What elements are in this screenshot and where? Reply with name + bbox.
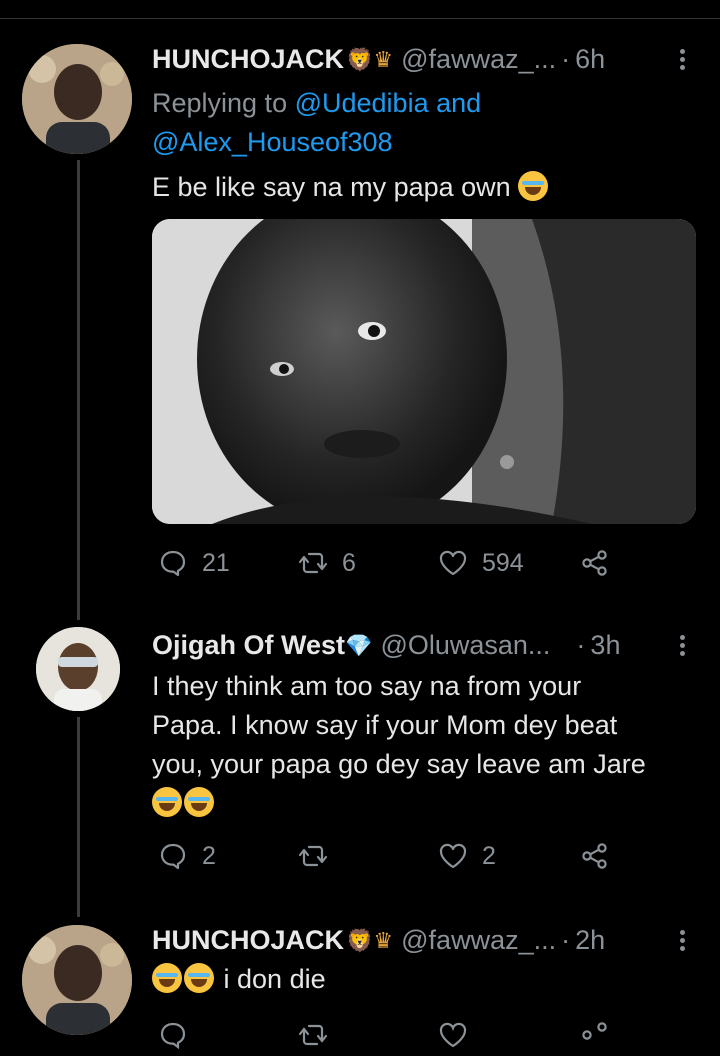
retweet-icon <box>298 1024 328 1046</box>
tweet-text: i don die <box>152 960 672 999</box>
reply-button[interactable]: 21 <box>158 548 230 578</box>
heart-icon <box>439 550 467 576</box>
share-icon <box>582 843 607 869</box>
tears-of-joy-emoji-icon <box>152 963 182 993</box>
retweet-button[interactable] <box>298 841 342 871</box>
retweet-count: 6 <box>342 548 356 577</box>
heart-icon <box>439 1022 467 1048</box>
user-handle[interactable]: @fawwaz_... <box>401 44 556 75</box>
more-options-icon[interactable] <box>672 632 692 662</box>
reply-and: and <box>428 88 482 118</box>
heart-icon <box>439 843 467 869</box>
retweet-button[interactable]: 6 <box>298 548 356 578</box>
reply-icon <box>160 843 186 870</box>
tweet-body: i don die <box>223 964 326 994</box>
share-button[interactable] <box>580 548 610 578</box>
reply-button[interactable]: 2 <box>158 841 216 871</box>
reply-count: 2 <box>202 841 216 870</box>
tweet-line: Papa. I know say if your Mom dey beat <box>152 710 618 740</box>
retweet-icon <box>298 552 328 574</box>
tweet[interactable]: HUNCHOJACK 🦁♛ @fawwaz_... · 6h Replying … <box>0 0 720 610</box>
tears-of-joy-emoji-icon <box>184 963 214 993</box>
tweet-text: I they think am too say na from your Pap… <box>152 667 672 823</box>
tears-of-joy-emoji-icon <box>152 787 182 817</box>
like-count: 594 <box>482 548 524 577</box>
replying-to-label: Replying to <box>152 88 295 118</box>
avatar[interactable] <box>22 44 132 154</box>
timestamp[interactable]: 2h <box>575 925 605 956</box>
retweet-button[interactable] <box>298 1020 328 1050</box>
reply-button[interactable] <box>158 1020 188 1050</box>
reply-context: Replying to @Udedibia and @Alex_Houseof3… <box>152 84 672 162</box>
tweet-line: I they think am too say na from your <box>152 671 582 701</box>
share-icon <box>582 550 607 576</box>
share-button[interactable] <box>580 841 610 871</box>
separator-dot: · <box>576 630 586 660</box>
separator-dot: · <box>561 44 571 74</box>
tweet-body: E be like say na my papa own <box>152 172 511 202</box>
tears-of-joy-emoji-icon <box>518 171 549 201</box>
separator-dot: · <box>561 925 571 955</box>
user-handle[interactable]: @Oluwasan... <box>380 630 550 661</box>
tweet-photo[interactable] <box>152 219 696 524</box>
mention-link[interactable]: @Alex_Houseof308 <box>152 127 393 157</box>
reply-icon <box>160 1022 186 1050</box>
display-name[interactable]: HUNCHOJACK <box>152 925 344 956</box>
like-button[interactable]: 2 <box>438 841 496 871</box>
share-button[interactable] <box>580 1020 610 1050</box>
more-options-icon[interactable] <box>672 927 692 957</box>
timestamp[interactable]: 3h <box>590 630 620 661</box>
like-button[interactable] <box>438 1020 468 1050</box>
tears-of-joy-emoji-icon <box>184 787 214 817</box>
reply-count: 21 <box>202 548 230 577</box>
retweet-icon <box>298 845 328 867</box>
timestamp[interactable]: 6h <box>575 44 605 75</box>
more-options-icon[interactable] <box>672 46 692 76</box>
avatar[interactable] <box>36 627 120 711</box>
tweet-text: E be like say na my papa own <box>152 168 672 207</box>
display-name[interactable]: Ojigah Of West <box>152 630 345 661</box>
tweet[interactable]: Ojigah Of West 💎 @Oluwasan... · 3h I the… <box>0 610 720 910</box>
diamond-badge-icon: 💎 <box>345 632 373 658</box>
name-badges: 🦁♛ <box>346 46 394 72</box>
tweet-actions: 21 6 594 <box>152 548 622 584</box>
mention-link[interactable]: @Udedibia <box>295 88 429 118</box>
tweet-actions-partial <box>152 1020 622 1056</box>
like-count: 2 <box>482 841 496 870</box>
avatar[interactable] <box>22 925 132 1035</box>
reply-icon <box>160 550 186 577</box>
display-name[interactable]: HUNCHOJACK <box>152 44 344 75</box>
tweet-actions: 2 2 <box>152 841 622 877</box>
name-badges: 🦁♛ <box>346 927 394 953</box>
share-icon <box>582 1022 607 1040</box>
user-handle[interactable]: @fawwaz_... <box>401 925 556 956</box>
tweet[interactable]: HUNCHOJACK 🦁♛ @fawwaz_... · 2h i don die <box>0 910 720 1050</box>
tweet-line: you, your papa go dey say leave am Jare <box>152 749 646 779</box>
like-button[interactable]: 594 <box>438 548 524 578</box>
